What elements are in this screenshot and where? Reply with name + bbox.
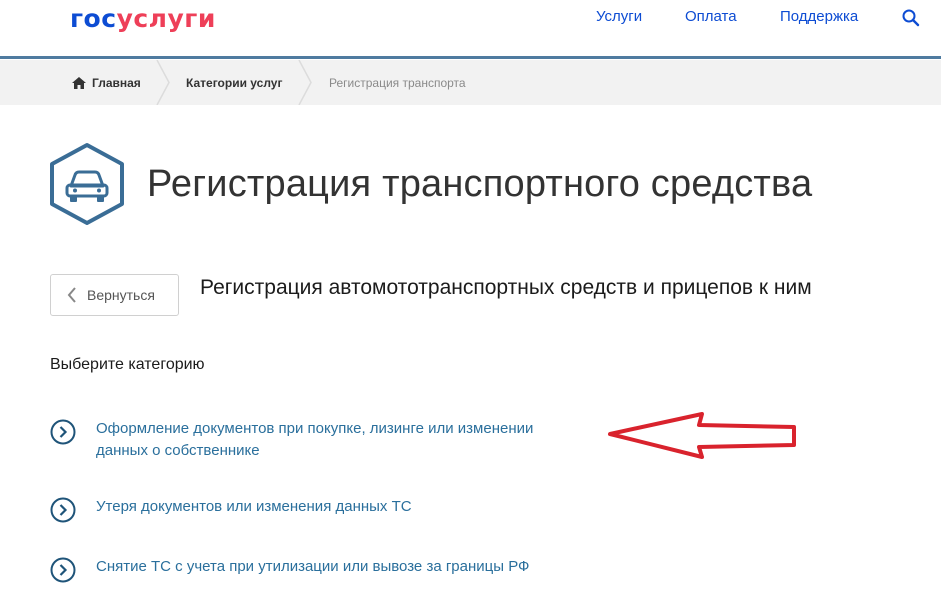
service-subtitle: Регистрация автомототранспортных средств… (200, 276, 812, 299)
category-text-line: данных о собственнике (96, 442, 260, 459)
breadcrumb-home-label: Главная (92, 76, 141, 90)
category-text-line: Утеря документов или изменения данных ТС (96, 498, 412, 515)
nav-services[interactable]: Услуги (596, 8, 642, 25)
site-header: госуслуги Услуги Оплата Поддержка (0, 0, 941, 58)
breadcrumb-separator (298, 60, 312, 105)
category-text-line: Снятие ТС с учета при утилизации или выв… (96, 558, 530, 575)
gosuslugi-logo[interactable]: госуслуги (70, 4, 216, 33)
category-link-lost-documents[interactable]: Утеря документов или изменения данных ТС (50, 496, 412, 523)
logo-part-gos: гос (70, 4, 117, 33)
home-icon (72, 77, 86, 89)
breadcrumb: Главная Категории услуг Регистрация тран… (0, 60, 941, 105)
category-text: Оформление документов при покупке, лизин… (96, 418, 533, 462)
back-button[interactable]: Вернуться (50, 274, 179, 316)
chevron-circle-icon (50, 419, 76, 445)
category-link-purchase[interactable]: Оформление документов при покупке, лизин… (50, 418, 533, 462)
choose-category-label: Выберите категорию (50, 356, 205, 373)
header-divider (0, 56, 941, 59)
annotation-arrow-icon (608, 412, 796, 459)
chevron-circle-icon (50, 497, 76, 523)
logo-part-uslugi: услуги (116, 4, 216, 33)
breadcrumb-home[interactable]: Главная (72, 76, 141, 90)
breadcrumb-current: Регистрация транспорта (329, 76, 466, 90)
search-icon[interactable] (901, 8, 921, 28)
car-icon (50, 143, 124, 225)
category-text-line: Оформление документов при покупке, лизин… (96, 420, 534, 437)
chevron-circle-icon (50, 557, 76, 583)
breadcrumb-separator (156, 60, 170, 105)
category-text: Снятие ТС с учета при утилизации или выв… (96, 556, 529, 578)
nav-support[interactable]: Поддержка (780, 8, 858, 25)
back-button-label: Вернуться (87, 287, 155, 303)
breadcrumb-categories[interactable]: Категории услуг (186, 76, 282, 90)
chevron-left-icon (67, 287, 76, 303)
nav-payment[interactable]: Оплата (685, 8, 737, 25)
category-link-deregistration[interactable]: Снятие ТС с учета при утилизации или выв… (50, 556, 529, 583)
category-text: Утеря документов или изменения данных ТС (96, 496, 412, 518)
page-title: Регистрация транспортного средства (147, 163, 813, 205)
